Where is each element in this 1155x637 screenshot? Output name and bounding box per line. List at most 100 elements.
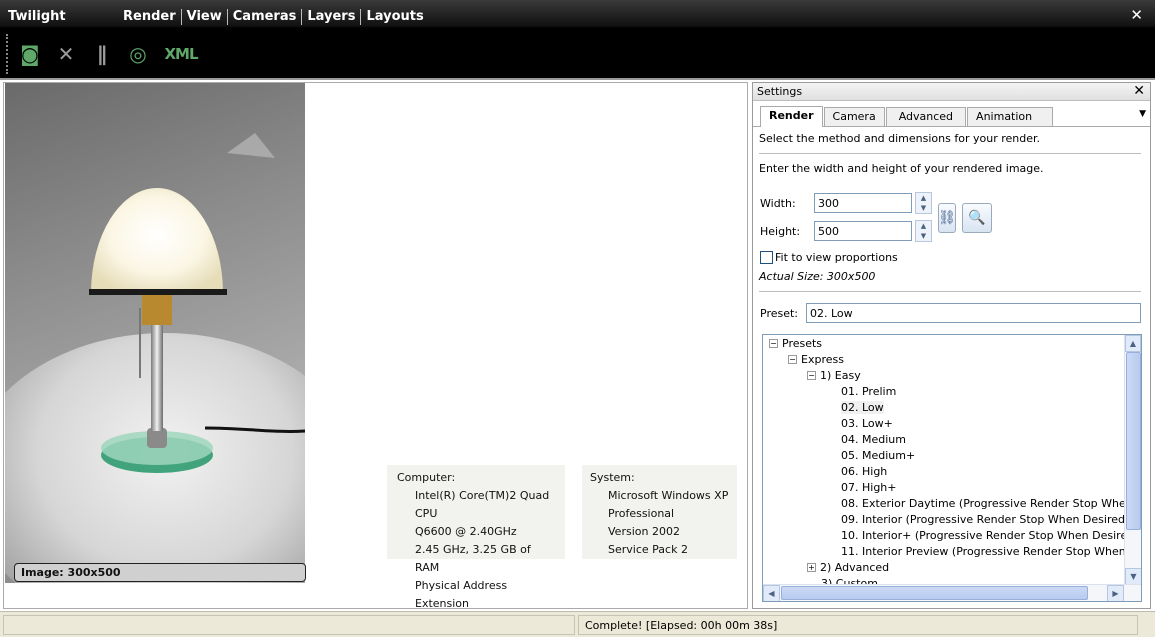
chevron-down-icon[interactable]: ▼ — [1139, 109, 1146, 119]
tab-render[interactable]: Render — [760, 106, 823, 127]
tree-item-selected[interactable]: 02. Low — [841, 400, 884, 416]
tab-animation[interactable]: Animation — [967, 107, 1054, 126]
settings-tabs: Render Camera Advanced Animation ▼ — [753, 105, 1150, 127]
tree-item[interactable]: 08. Exterior Daytime (Progressive Render… — [841, 496, 1141, 512]
computer-line: Intel(R) Core(TM)2 Quad CPU — [415, 489, 550, 520]
scroll-left-icon[interactable]: ◀ — [763, 585, 780, 601]
fit-to-view-checkbox[interactable] — [760, 251, 773, 264]
menu-bar: Render View Cameras Layers Layouts — [118, 9, 429, 25]
tab-camera[interactable]: Camera — [823, 107, 885, 126]
computer-line: 2.45 GHz, 3.25 GB of RAM — [415, 543, 531, 574]
target-icon: ◎ — [129, 42, 147, 66]
preset-input[interactable] — [806, 303, 1141, 323]
status-cell-empty — [3, 615, 575, 635]
height-spinner[interactable]: ▲ ▼ — [915, 220, 932, 242]
magnifier-icon: 🔍 — [968, 210, 986, 226]
render-camera-button[interactable]: ◙ — [15, 39, 45, 69]
collapse-icon[interactable]: − — [788, 355, 797, 364]
tree-horizontal-scrollbar[interactable]: ◀ ▶ — [763, 584, 1141, 601]
tree-item[interactable]: 03. Low+ — [841, 416, 893, 432]
pause-icon: ∥ — [97, 42, 107, 66]
zoom-button[interactable]: 🔍 — [962, 203, 992, 233]
height-label: Height: — [760, 225, 801, 238]
menu-layouts[interactable]: Layouts — [361, 9, 428, 25]
scroll-thumb[interactable] — [781, 586, 1088, 600]
tree-vertical-scrollbar[interactable]: ▲ ▼ — [1124, 335, 1141, 585]
menu-view[interactable]: View — [182, 9, 228, 25]
height-input[interactable] — [814, 221, 912, 241]
scroll-right-icon[interactable]: ▶ — [1107, 585, 1124, 601]
settings-panel: Settings ✕ Render Camera Advanced Animat… — [752, 82, 1151, 609]
width-label: Width: — [760, 197, 796, 210]
collapse-icon[interactable]: − — [807, 371, 816, 380]
menu-cameras[interactable]: Cameras — [228, 9, 303, 25]
dimensions-description: Enter the width and height of your rende… — [759, 162, 1044, 175]
tree-item[interactable]: 11. Interior Preview (Progressive Render… — [841, 544, 1141, 560]
tree-item[interactable]: − Express — [788, 352, 844, 368]
settings-title-bar: Settings ✕ — [753, 83, 1150, 101]
system-heading: System: — [590, 471, 635, 484]
tree-item[interactable]: −1) Easy — [807, 368, 861, 384]
scroll-down-icon[interactable]: ▼ — [1125, 568, 1141, 585]
system-line: Version 2002 — [608, 525, 680, 538]
menu-layers[interactable]: Layers — [302, 9, 362, 25]
render-viewport[interactable]: Image: 300x500 Computer: Intel(R) Core(T… — [3, 82, 748, 610]
computer-heading: Computer: — [397, 471, 456, 484]
status-bar: Complete! [Elapsed: 00h 00m 38s] — [0, 611, 1155, 637]
spin-up-icon[interactable]: ▲ — [916, 193, 931, 203]
system-info: System: Microsoft Windows XP Professiona… — [582, 465, 737, 559]
app-title: Twilight — [8, 9, 66, 24]
app-header: Twilight Render View Cameras Layers Layo… — [0, 0, 1155, 80]
divider — [759, 291, 1141, 292]
computer-line: Physical Address Extension — [415, 579, 508, 610]
spin-up-icon[interactable]: ▲ — [916, 221, 931, 231]
actual-size: Actual Size: 300x500 — [759, 270, 876, 283]
spin-down-icon[interactable]: ▼ — [916, 231, 931, 241]
tree-item[interactable]: 04. Medium — [841, 432, 906, 448]
tree-item[interactable]: +2) Advanced — [807, 560, 889, 576]
system-line: Service Pack 2 — [608, 543, 688, 556]
system-line: Microsoft Windows XP — [608, 489, 729, 502]
stop-button[interactable]: ✕ — [51, 39, 81, 69]
preset-tree[interactable]: − Presets − Express −1) Easy 01. Prelim 02… — [762, 334, 1142, 602]
chain-link-icon: ⛓ — [938, 210, 956, 226]
x-icon: ✕ — [57, 42, 75, 66]
scroll-thumb[interactable] — [1126, 352, 1141, 530]
spin-down-icon[interactable]: ▼ — [916, 203, 931, 213]
tree-item[interactable]: − Presets — [769, 336, 822, 352]
preset-label: Preset: — [760, 307, 799, 320]
tree-item[interactable]: 01. Prelim — [841, 384, 896, 400]
tree-item[interactable]: 10. Interior+ (Progressive Render Stop W… — [841, 528, 1139, 544]
close-icon[interactable]: ✕ — [1130, 6, 1143, 24]
scroll-up-icon[interactable]: ▲ — [1125, 335, 1141, 352]
divider — [759, 153, 1141, 154]
system-line: Professional — [608, 507, 675, 520]
width-input[interactable] — [814, 193, 912, 213]
link-aspect-button[interactable]: ⛓ — [938, 203, 956, 233]
lamp-illustration — [89, 133, 305, 473]
computer-line: Q6600 @ 2.40GHz — [415, 525, 517, 538]
menu-render[interactable]: Render — [118, 9, 182, 25]
image-size-caption: Image: 300x500 — [14, 563, 306, 582]
toolbar: ◙ ✕ ∥ ◎ XML — [6, 34, 209, 74]
computer-info: Computer: Intel(R) Core(TM)2 Quad CPU Q6… — [387, 465, 565, 610]
toolbar-grip[interactable] — [6, 34, 9, 74]
fit-to-view-label: Fit to view proportions — [775, 251, 898, 264]
xml-icon: XML — [164, 45, 198, 63]
tree-item[interactable]: 05. Medium+ — [841, 448, 915, 464]
collapse-icon[interactable]: − — [769, 339, 778, 348]
width-spinner[interactable]: ▲ ▼ — [915, 192, 932, 214]
status-message: Complete! [Elapsed: 00h 00m 38s] — [578, 615, 1138, 635]
tree-item[interactable]: 09. Interior (Progressive Render Stop Wh… — [841, 512, 1129, 528]
record-button[interactable]: ◎ — [123, 39, 153, 69]
xml-button[interactable]: XML — [159, 39, 203, 69]
expand-icon[interactable]: + — [807, 563, 816, 572]
tree-item[interactable]: 06. High — [841, 464, 887, 480]
camera-icon: ◙ — [20, 42, 40, 66]
tab-advanced[interactable]: Advanced — [885, 107, 967, 126]
rendered-image — [5, 83, 305, 583]
settings-title: Settings — [757, 85, 803, 98]
pause-button[interactable]: ∥ — [87, 39, 117, 69]
tree-item[interactable]: 07. High+ — [841, 480, 897, 496]
close-icon[interactable]: ✕ — [1133, 83, 1145, 99]
